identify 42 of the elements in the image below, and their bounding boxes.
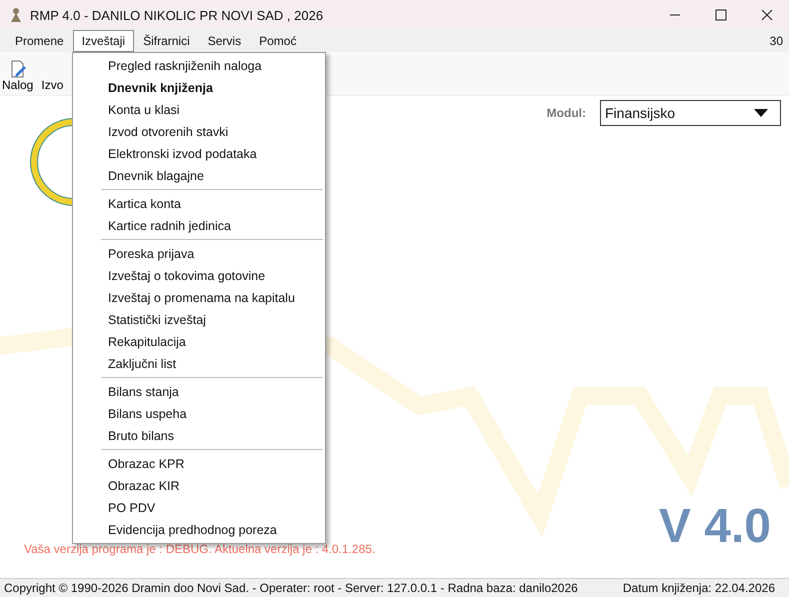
menu-item[interactable]: Pomoć [250,30,306,52]
menu-option[interactable]: Bilans uspeha [73,403,325,425]
menu-counter: 30 [770,34,784,48]
menu-option[interactable]: Konta u klasi [73,99,325,121]
window-title: RMP 4.0 - DANILO NIKOLIC PR NOVI SAD , 2026 [30,8,324,22]
menu-option[interactable]: PO PDV [73,497,325,519]
menu-option[interactable]: Kartica konta [73,193,325,215]
menu-option[interactable]: Evidencija predhodnog poreza [73,519,325,541]
menu-option[interactable]: Elektronski izvod podataka [73,143,325,165]
toolbar-button[interactable]: Izvo [39,78,66,92]
caret-icon [754,109,768,117]
document-pencil-icon [8,60,27,78]
menu-option[interactable]: Pregled rasknjiženih naloga [73,55,325,77]
menu-option[interactable]: Dnevnik knjiženja [73,77,325,99]
module-label: Modul: [546,106,586,120]
version-notice: Vaša verzija programa je : DEBUG. Aktuelna verzija je : 4.0.1.285. [24,542,376,556]
maximize-icon[interactable] [715,9,727,21]
logo-ring-icon [28,116,74,208]
menu-item[interactable]: Šifrarnici [134,30,199,52]
menu-item[interactable]: Izveštaji [72,30,134,52]
menu-option[interactable]: Kartice radnih jedinica [73,215,325,237]
menu-item[interactable]: Promene [6,30,73,52]
module-dropdown[interactable]: Finansijsko [600,100,781,126]
menu-option[interactable]: Izveštaj o tokovima gotovine [73,265,325,287]
menu-option[interactable]: Poreska prijava [73,243,325,265]
menu-option[interactable]: Zaključni list [73,353,325,375]
menu-option[interactable]: Obrazac KIR [73,475,325,497]
status-text: Copyright © 1990-2026 Dramin doo Novi Sad. - Operater: root - Server: 127.0.0.1 - Radna baza: danilo2026 [4,581,578,595]
menu-option[interactable]: Dnevnik blagajne [73,165,325,187]
menu-option[interactable]: Izveštaj o promenama na kapitalu [73,287,325,309]
menu-option[interactable]: Bruto bilans [73,425,325,447]
menu-item[interactable]: Servis [198,30,250,52]
app-icon [8,7,24,23]
menu-option[interactable]: Bilans stanja [73,381,325,403]
menu-option[interactable]: Statistički izveštaj [73,309,325,331]
menu-option[interactable]: Rekapitulacija [73,331,325,353]
posting-date: Datum knjiženja: 22.04.2026 [622,581,775,595]
menu-option[interactable]: Izvod otvorenih stavki [73,121,325,143]
menu-option[interactable]: Obrazac KPR [73,453,325,475]
toolbar-button[interactable]: Nalog [0,60,36,92]
close-icon[interactable] [761,9,773,21]
version-label: V 4.0 [658,499,771,554]
